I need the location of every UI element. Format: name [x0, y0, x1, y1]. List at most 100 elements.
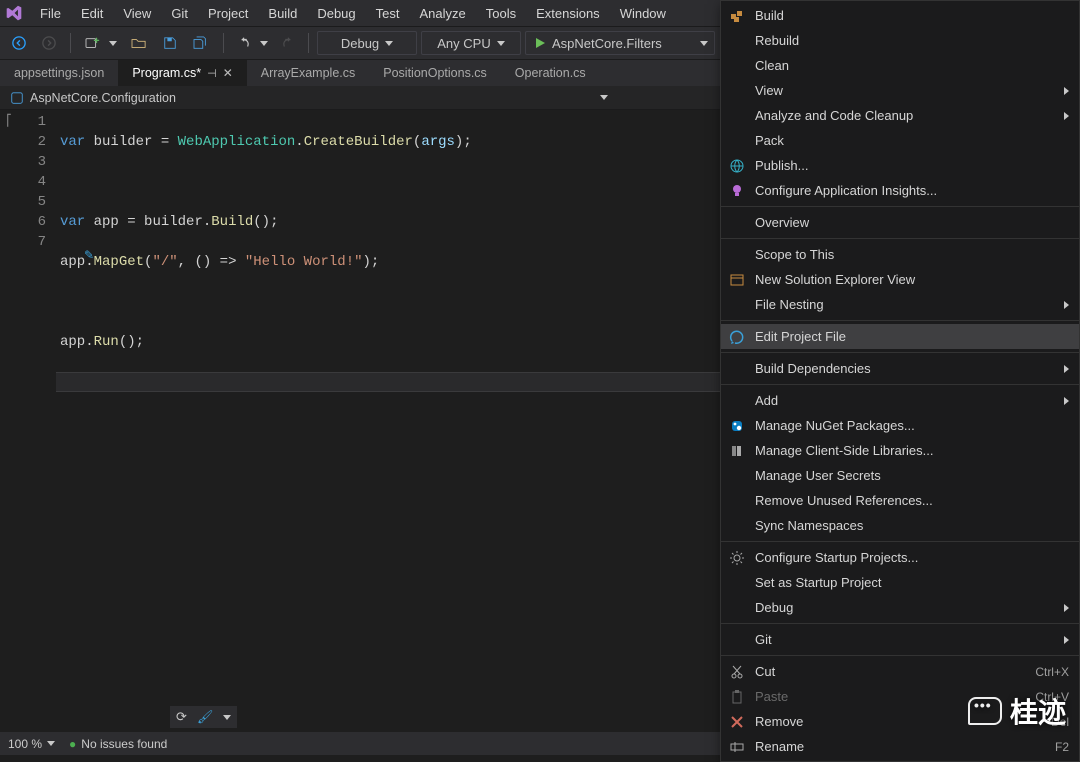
menu-item-edit-project-file[interactable]: Edit Project File: [721, 324, 1079, 349]
menu-item-label: Rename: [755, 739, 1047, 754]
menu-item-manage-nuget-packages[interactable]: Manage NuGet Packages...: [721, 413, 1079, 438]
menu-item-file-nesting[interactable]: File Nesting: [721, 292, 1079, 317]
menu-separator: [721, 320, 1079, 321]
menu-project[interactable]: Project: [198, 3, 258, 24]
menu-item-build[interactable]: Build: [721, 3, 1079, 28]
undo-button[interactable]: [232, 31, 258, 55]
save-all-button[interactable]: [187, 31, 215, 55]
build-icon: [727, 6, 747, 26]
menu-item-manage-user-secrets[interactable]: Manage User Secrets: [721, 463, 1079, 488]
menu-item-publish[interactable]: Publish...: [721, 153, 1079, 178]
close-icon[interactable]: ✕: [223, 66, 233, 80]
tab-label: PositionOptions.cs: [383, 66, 487, 80]
tab-operation[interactable]: Operation.cs: [501, 60, 600, 86]
open-button[interactable]: [125, 31, 153, 55]
nav-class-label: AspNetCore.Configuration: [30, 91, 176, 105]
menu-item-new-solution-explorer-view[interactable]: New Solution Explorer View: [721, 267, 1079, 292]
menu-item-view[interactable]: View: [721, 78, 1079, 103]
menu-view[interactable]: View: [113, 3, 161, 24]
menu-item-label: Build: [755, 8, 1069, 23]
menu-item-set-as-startup-project[interactable]: Set as Startup Project: [721, 570, 1079, 595]
menu-analyze[interactable]: Analyze: [409, 3, 475, 24]
brush-icon[interactable]: 🖌: [197, 709, 214, 725]
menu-item-cut[interactable]: CutCtrl+X: [721, 659, 1079, 684]
submenu-arrow-icon: [1064, 397, 1069, 405]
nav-forward-button[interactable]: [36, 31, 62, 55]
pin-icon[interactable]: ⊣: [207, 67, 217, 80]
chevron-down-icon[interactable]: [260, 41, 268, 46]
issues-cell[interactable]: ● No issues found: [69, 737, 167, 751]
startup-dropdown[interactable]: AspNetCore.Filters: [525, 31, 715, 55]
menu-item-build-dependencies[interactable]: Build Dependencies: [721, 356, 1079, 381]
menu-item-overview[interactable]: Overview: [721, 210, 1079, 235]
blank: [727, 295, 747, 315]
menu-item-label: File Nesting: [755, 297, 1056, 312]
config-dropdown[interactable]: Debug: [317, 31, 417, 55]
tab-arrayexample[interactable]: ArrayExample.cs: [247, 60, 369, 86]
menu-item-label: Clean: [755, 58, 1069, 73]
menu-item-manage-client-side-libraries[interactable]: Manage Client-Side Libraries...: [721, 438, 1079, 463]
menu-item-clean[interactable]: Clean: [721, 53, 1079, 78]
tab-appsettings[interactable]: appsettings.json: [0, 60, 118, 86]
menu-tools[interactable]: Tools: [476, 3, 526, 24]
menu-item-label: Pack: [755, 133, 1069, 148]
menu-item-pack[interactable]: Pack: [721, 128, 1079, 153]
menu-extensions[interactable]: Extensions: [526, 3, 610, 24]
chevron-down-icon[interactable]: [223, 715, 231, 720]
lightbulb-icon[interactable]: ✎: [84, 248, 94, 262]
watermark-text: 桂迹: [1010, 691, 1066, 731]
blank: [727, 31, 747, 51]
menu-item-label: Publish...: [755, 158, 1069, 173]
chevron-down-icon: [700, 41, 708, 46]
edit-icon: [727, 327, 747, 347]
chevron-down-icon[interactable]: [109, 41, 117, 46]
menu-item-configure-startup-projects[interactable]: Configure Startup Projects...: [721, 545, 1079, 570]
redo-button[interactable]: [274, 31, 300, 55]
chevron-down-icon: [47, 741, 55, 746]
chevron-down-icon: [385, 41, 393, 46]
menu-separator: [721, 655, 1079, 656]
blank: [727, 106, 747, 126]
menu-window[interactable]: Window: [610, 3, 676, 24]
config-value: Debug: [341, 36, 379, 51]
menu-separator: [721, 352, 1079, 353]
new-item-button[interactable]: [79, 31, 107, 55]
menu-item-label: Configure Startup Projects...: [755, 550, 1069, 565]
menu-debug[interactable]: Debug: [307, 3, 365, 24]
nav-class-dropdown[interactable]: AspNetCore.Configuration: [4, 88, 614, 108]
menu-git[interactable]: Git: [161, 3, 198, 24]
menu-item-label: Manage Client-Side Libraries...: [755, 443, 1069, 458]
tab-program[interactable]: Program.cs* ⊣ ✕: [118, 60, 246, 86]
menu-item-analyze-and-code-cleanup[interactable]: Analyze and Code Cleanup: [721, 103, 1079, 128]
menu-build[interactable]: Build: [258, 3, 307, 24]
submenu-arrow-icon: [1064, 301, 1069, 309]
tab-positionoptions[interactable]: PositionOptions.cs: [369, 60, 501, 86]
cut-icon: [727, 662, 747, 682]
save-button[interactable]: [157, 31, 183, 55]
menu-item-rename[interactable]: RenameF2: [721, 734, 1079, 759]
menu-test[interactable]: Test: [366, 3, 410, 24]
blank: [727, 598, 747, 618]
nuget-icon: [727, 416, 747, 436]
menu-edit[interactable]: Edit: [71, 3, 113, 24]
zoom-value: 100 %: [8, 737, 42, 751]
blank: [727, 213, 747, 233]
menu-file[interactable]: File: [30, 3, 71, 24]
zoom-cell[interactable]: 100 %: [8, 737, 55, 751]
blank: [727, 245, 747, 265]
editor-minitoolbar: ⟳ 🖌: [170, 706, 237, 728]
nav-back-button[interactable]: [6, 31, 32, 55]
menu-item-debug[interactable]: Debug: [721, 595, 1079, 620]
menu-item-git[interactable]: Git: [721, 627, 1079, 652]
menu-item-remove-unused-references[interactable]: Remove Unused References...: [721, 488, 1079, 513]
menu-item-configure-application-insights[interactable]: Configure Application Insights...: [721, 178, 1079, 203]
menu-item-scope-to-this[interactable]: Scope to This: [721, 242, 1079, 267]
menu-item-add[interactable]: Add: [721, 388, 1079, 413]
chat-bubble-icon: [968, 697, 1002, 725]
platform-dropdown[interactable]: Any CPU: [421, 31, 521, 55]
menu-separator: [721, 384, 1079, 385]
startup-value: AspNetCore.Filters: [552, 36, 662, 51]
menu-item-sync-namespaces[interactable]: Sync Namespaces: [721, 513, 1079, 538]
menu-item-label: Set as Startup Project: [755, 575, 1069, 590]
menu-item-rebuild[interactable]: Rebuild: [721, 28, 1079, 53]
